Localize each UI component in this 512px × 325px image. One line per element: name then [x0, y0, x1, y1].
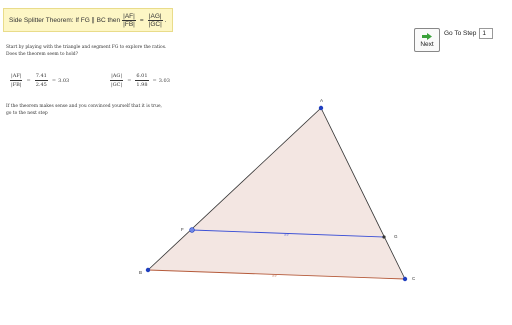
label-b: B	[139, 270, 142, 275]
geometry-canvas[interactable]: >> >> A B C F G	[0, 0, 512, 325]
label-g: G	[394, 234, 398, 239]
point-g[interactable]	[382, 235, 386, 239]
point-a[interactable]	[318, 105, 324, 111]
label-a: A	[320, 98, 323, 103]
point-b[interactable]	[145, 267, 151, 273]
point-f[interactable]	[189, 227, 195, 233]
parallel-mark-bc: >>	[272, 273, 277, 278]
label-f: F	[181, 227, 184, 232]
point-c[interactable]	[402, 276, 408, 282]
triangle-abc	[148, 108, 405, 279]
parallel-mark-fg: >>	[284, 232, 289, 237]
label-c: C	[412, 276, 416, 281]
